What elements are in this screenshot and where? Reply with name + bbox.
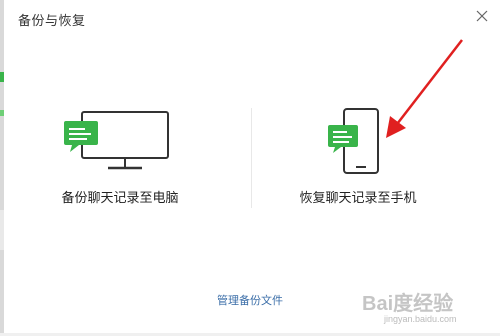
monitor-chat-icon xyxy=(64,111,169,170)
edge-gray-mark xyxy=(0,210,4,250)
manage-backup-files-link[interactable]: 管理备份文件 xyxy=(200,292,300,308)
red-arrow-annotation xyxy=(386,39,463,138)
edge-green-mark xyxy=(0,72,4,82)
close-icon xyxy=(476,10,488,22)
edge-green-mark xyxy=(0,110,4,116)
backup-to-pc-label: 备份聊天记录至电脑 xyxy=(61,191,179,206)
backup-to-pc-option[interactable]: 备份聊天记录至电脑 xyxy=(28,95,228,215)
window-title: 备份与恢复 xyxy=(18,14,86,29)
restore-to-phone-label: 恢复聊天记录至手机 xyxy=(299,191,417,206)
baidu-jingyan-watermark: Bai度经验 jingyan.baidu.com xyxy=(356,287,496,333)
watermark-brand: Bai度经验 xyxy=(362,293,454,315)
options-divider xyxy=(251,108,252,208)
watermark-url: jingyan.baidu.com xyxy=(384,314,457,324)
close-button[interactable] xyxy=(470,4,494,28)
background-app-edge xyxy=(0,0,4,336)
